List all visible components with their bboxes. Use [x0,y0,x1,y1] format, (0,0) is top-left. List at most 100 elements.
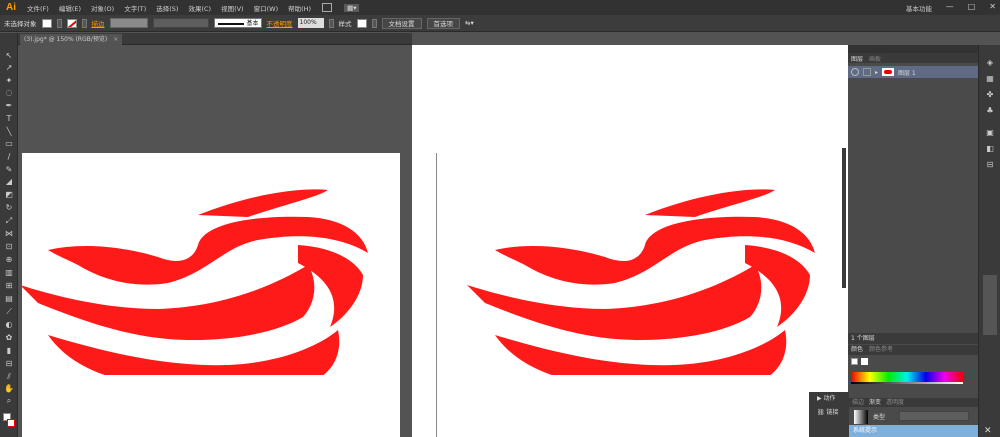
tab-gradient[interactable]: 渐变 [869,398,881,407]
actions-item[interactable]: ▶ 动作 [809,392,849,406]
pencil-tool-icon[interactable]: ✎ [3,165,15,175]
tab-stroke[interactable]: 描边 [852,398,864,407]
style-swatch[interactable] [356,18,367,28]
opacity-field[interactable]: 100% [297,18,324,28]
menu-effect[interactable]: 效果(C) [183,3,216,13]
appearance-icon[interactable]: ◧ [984,143,996,154]
variable-width-profile[interactable] [152,18,209,28]
swatches-icon[interactable]: ▦ [984,73,996,84]
type-tool-icon[interactable]: T [3,114,15,124]
tab-color-guide[interactable]: 颜色参考 [869,345,893,355]
bridge-icon[interactable] [322,3,333,12]
stroke-dropdown-icon[interactable] [81,18,87,28]
brushes-icon[interactable]: ✤ [984,89,996,100]
lasso-tool-icon[interactable]: ◌ [3,88,15,98]
menu-help[interactable]: 帮助(H) [283,3,316,13]
tab-artboards[interactable]: 画板 [869,54,881,63]
visibility-eye-icon[interactable] [851,68,859,76]
align-icon[interactable]: ⊟ [984,159,996,170]
notification-close-icon[interactable]: ✕ [984,426,992,436]
panel-header[interactable] [848,45,978,53]
stroke-weight-field[interactable] [109,18,148,28]
logo-artwork-left[interactable] [18,185,378,375]
blend-tool-icon[interactable]: ◐ [3,320,15,330]
zoom-tool-icon[interactable]: ⌕ [3,396,15,406]
menu-file[interactable]: 文件(F) [22,3,54,13]
rectangle-tool-icon[interactable]: ▭ [3,139,15,149]
fill-dropdown-icon[interactable] [56,18,62,28]
menu-view[interactable]: 视图(V) [216,3,249,13]
paintbrush-tool-icon[interactable]: ∕ [3,152,15,162]
color-spectrum[interactable] [851,372,963,382]
maximize-button[interactable]: □ [968,2,976,11]
tab-layers[interactable]: 图层 [851,54,863,63]
document-tab-title: (3).jpg* @ 150% (RGB/预览) [24,36,108,43]
menu-type[interactable]: 文字(T) [119,3,151,13]
gradient-thumbnail[interactable] [854,410,868,424]
stroke-swatch[interactable] [66,18,77,28]
menu-object[interactable]: 对象(O) [86,3,119,13]
gradient-tool-icon[interactable]: ▤ [3,294,15,304]
free-transform-tool-icon[interactable]: ⊡ [3,242,15,252]
workspace-switcher[interactable]: 基本功能 [906,3,932,13]
links-item[interactable]: ⛓ 链接 [809,406,849,420]
grayscale-ramp[interactable] [851,382,963,384]
close-button[interactable]: ✕ [989,2,996,11]
brush-definition[interactable]: 基本 [213,18,262,28]
mesh-tool-icon[interactable]: ⊞ [3,281,15,291]
menu-select[interactable]: 选择(S) [151,3,183,13]
scale-tool-icon[interactable]: ⤢ [3,216,15,226]
document-setup-button[interactable]: 文档设置 [381,17,422,29]
selection-tool-icon[interactable]: ↖ [3,51,15,61]
tab-color[interactable]: 颜色 [851,345,863,355]
symbols-icon[interactable]: ♣ [984,105,996,116]
minimize-button[interactable]: — [946,2,954,11]
eraser-tool-icon[interactable]: ◩ [3,190,15,200]
eyedropper-tool-icon[interactable]: ⟋ [3,307,15,317]
arrange-icon[interactable]: ⇆▾ [465,19,474,27]
layer-row[interactable]: ▸ 图层 1 [848,66,978,78]
lock-toggle[interactable] [863,68,871,76]
preferences-button[interactable]: 首选项 [426,17,460,29]
rotate-tool-icon[interactable]: ↻ [3,203,15,213]
blob-brush-tool-icon[interactable]: ◢ [3,177,15,187]
menu-window[interactable]: 窗口(W) [249,3,284,13]
canvas-right[interactable] [412,45,848,437]
artboard-tool-icon[interactable]: ⊟ [3,359,15,369]
column-graph-tool-icon[interactable]: ▮ [3,346,15,356]
close-tab-icon[interactable]: × [113,36,118,43]
style-dropdown-icon[interactable] [371,18,377,28]
pen-tool-icon[interactable]: ✒ [3,101,15,111]
layer-name[interactable]: 图层 1 [898,68,916,77]
notification-bar[interactable]: 系统提示 [849,425,978,437]
opacity-label[interactable]: 不透明度 [267,18,293,28]
document-tab[interactable]: (3).jpg* @ 150% (RGB/预览) × [20,34,123,45]
perspective-grid-tool-icon[interactable]: ▥ [3,268,15,278]
tab-transparency[interactable]: 透明度 [886,398,904,407]
shape-builder-tool-icon[interactable]: ⊕ [3,255,15,265]
direct-selection-tool-icon[interactable]: ↗ [3,63,15,73]
scrollbar[interactable] [983,275,997,335]
fill-swatch-panel[interactable] [851,358,858,365]
logo-artwork-right[interactable] [460,185,830,375]
expand-triangle-icon[interactable]: ▸ [875,69,878,76]
graphic-styles-icon[interactable]: ▣ [984,127,996,138]
gradient-type-dropdown[interactable] [899,411,969,421]
fill-swatch[interactable] [41,18,52,28]
magic-wand-tool-icon[interactable]: ✦ [3,76,15,86]
stroke-label[interactable]: 描边 [92,18,105,28]
canvas-left[interactable] [18,45,412,437]
width-tool-icon[interactable]: ⋈ [3,229,15,239]
symbol-sprayer-tool-icon[interactable]: ✿ [3,333,15,343]
panel-collapse-strip[interactable] [842,148,846,288]
arrange-documents-icon[interactable]: ▦▾ [344,3,360,12]
menu-edit[interactable]: 编辑(E) [54,3,86,13]
opacity-dropdown-icon[interactable] [328,18,334,28]
line-tool-icon[interactable]: ╲ [3,127,15,137]
stroke-swatch-panel[interactable] [861,358,868,365]
stroke-color-icon[interactable] [7,419,15,427]
color-guide-icon[interactable]: ◈ [984,57,996,68]
layers-count: 1 个图层 [848,333,978,344]
hand-tool-icon[interactable]: ✋ [3,384,15,394]
slice-tool-icon[interactable]: ⫽ [3,372,15,382]
